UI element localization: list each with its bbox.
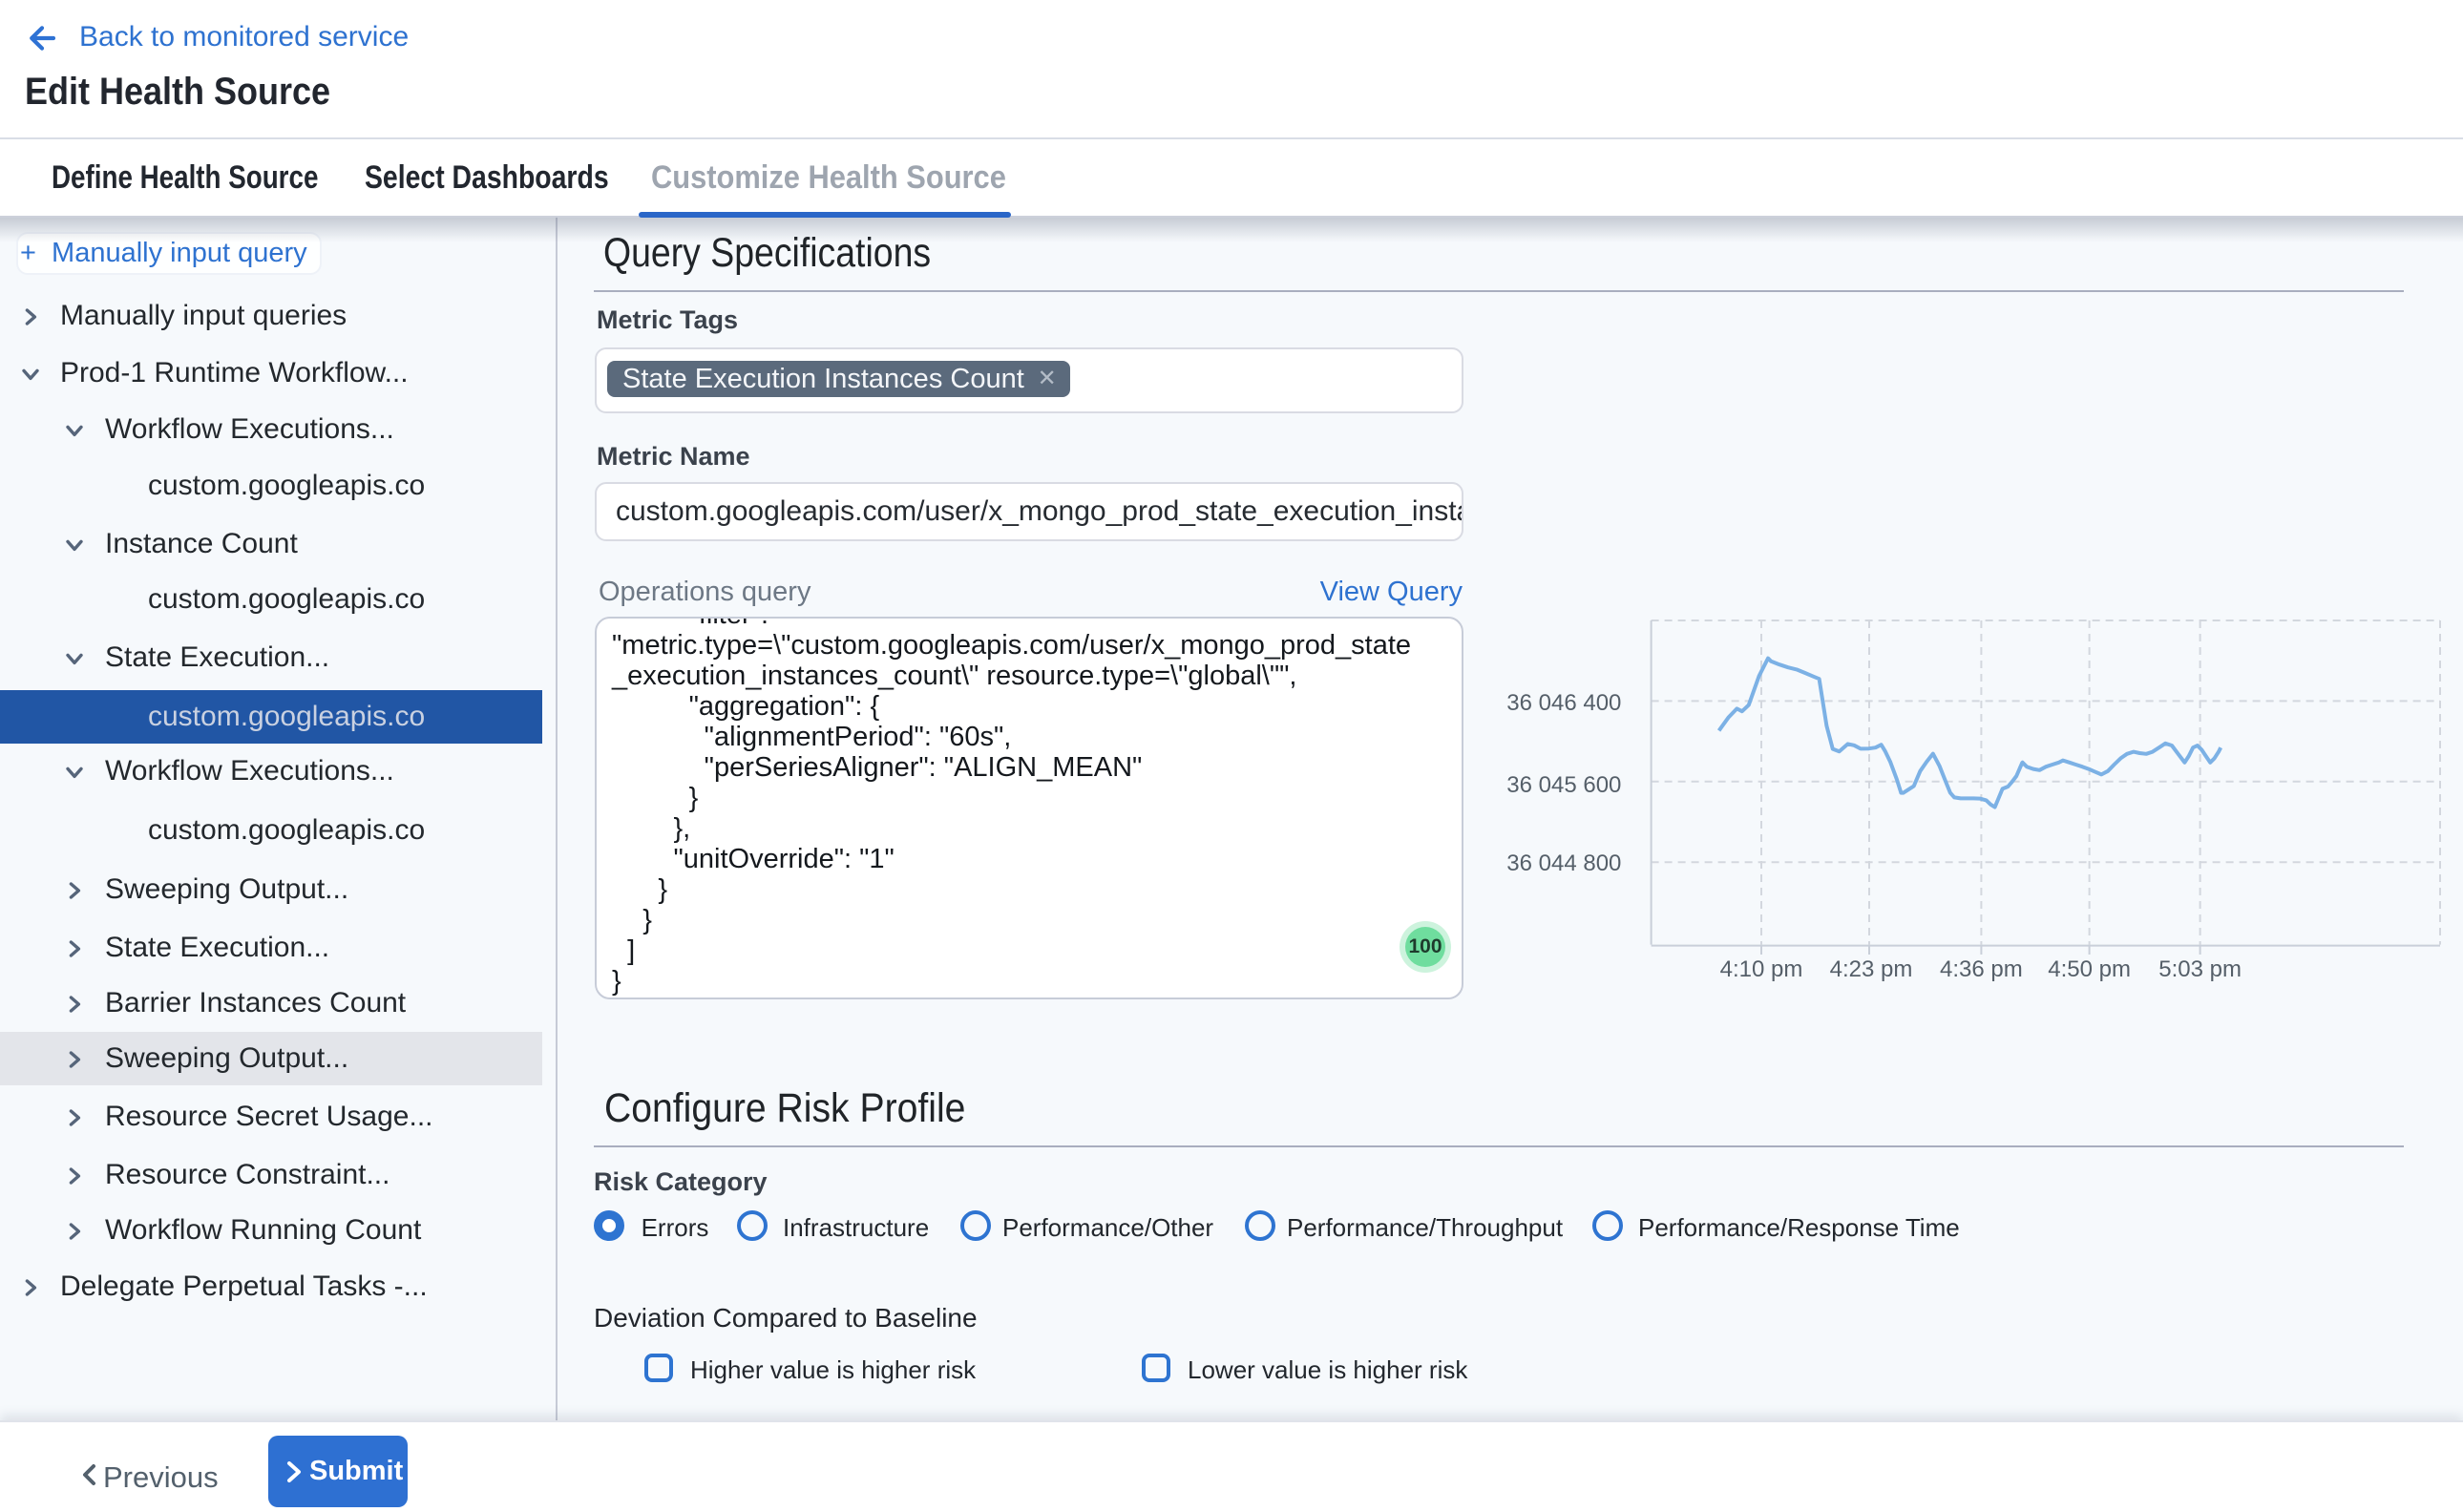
svg-text:4:23 pm: 4:23 pm — [1830, 956, 1913, 982]
svg-text:5:03 pm: 5:03 pm — [2158, 956, 2242, 982]
svg-text:36 046 400: 36 046 400 — [1506, 690, 1621, 716]
svg-text:4:50 pm: 4:50 pm — [2048, 956, 2131, 982]
svg-text:4:10 pm: 4:10 pm — [1720, 956, 1803, 982]
svg-text:36 045 600: 36 045 600 — [1506, 772, 1621, 798]
svg-text:36 044 800: 36 044 800 — [1506, 850, 1621, 876]
svg-text:4:36 pm: 4:36 pm — [1940, 956, 2023, 982]
